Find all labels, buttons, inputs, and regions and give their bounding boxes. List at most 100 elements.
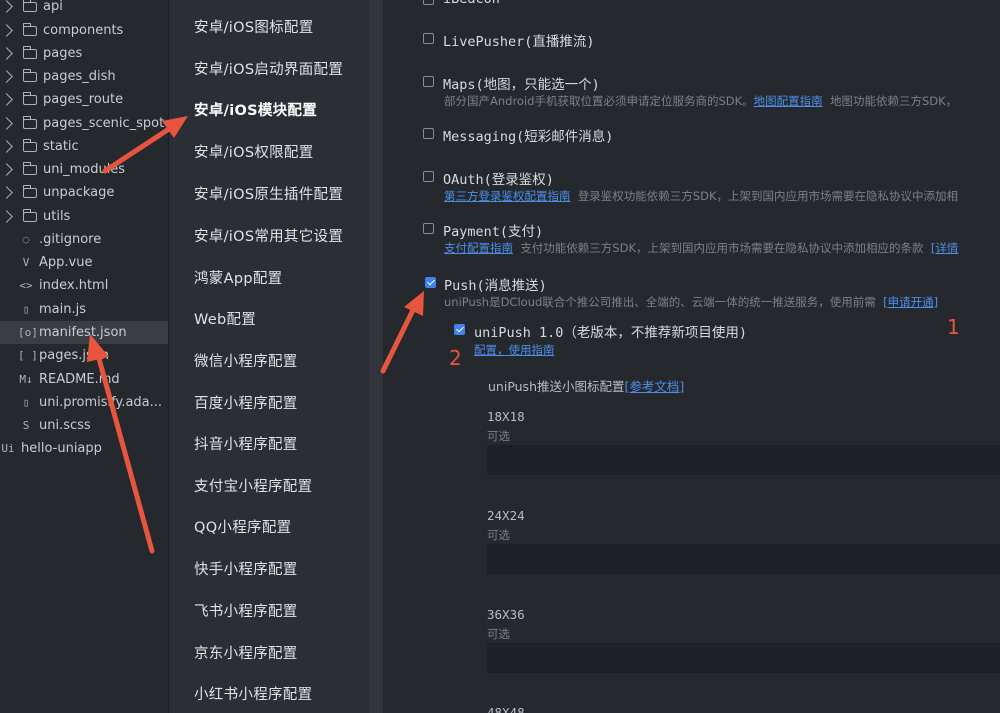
checkbox-livepusher[interactable] [423, 33, 434, 44]
link-payment-guide[interactable]: 支付配置指南 [444, 241, 513, 255]
icon-size-hint-36: 可选 [487, 627, 510, 641]
checkbox-oauth[interactable] [423, 171, 434, 182]
menu-item-android-ios-native-plugins[interactable]: 安卓/iOS原生插件配置 [194, 183, 343, 204]
module-title-push: Push(消息推送) [444, 278, 547, 294]
menu-item-web[interactable]: Web配置 [194, 308, 256, 329]
tree-folder-unpackage[interactable]: unpackage [0, 181, 168, 204]
module-desc-push: uniPush是DCloud联合个推公司推出、全端的、云端一体的统一推送服务，使… [444, 295, 939, 309]
tree-folder-static[interactable]: static [0, 135, 168, 158]
tree-folder-uni-modules[interactable]: uni_modules [0, 158, 168, 181]
module-title-maps: Maps(地图，只能选一个) [443, 77, 600, 93]
chevron-right-icon [0, 24, 13, 37]
tree-file-pages-json[interactable]: [ ] pages.json [0, 344, 168, 367]
tree-file-uni-scss[interactable]: Suni.scss [0, 414, 168, 437]
tree-folder-pages-scenic-spot[interactable]: pages_scenic_spot [0, 112, 168, 135]
menu-item-android-ios-other[interactable]: 安卓/iOS常用其它设置 [194, 225, 343, 246]
js-file-icon: ▯ [22, 396, 30, 409]
markdown-file-icon: M↓ [19, 373, 33, 386]
menu-item-kuaishou[interactable]: 快手小程序配置 [194, 558, 298, 579]
menu-item-android-ios-icon[interactable]: 安卓/iOS图标配置 [194, 16, 314, 37]
folder-icon [23, 0, 37, 12]
tree-folder-api[interactable]: api [0, 0, 168, 18]
chevron-right-icon [0, 210, 13, 223]
icon-size-label-48: 48X48 [487, 705, 525, 713]
checkbox-maps[interactable] [423, 76, 434, 87]
chevron-right-icon [0, 186, 13, 199]
tree-folder-pages-dish[interactable]: pages_dish [0, 65, 168, 88]
menu-item-weixin[interactable]: 微信小程序配置 [194, 350, 298, 371]
module-title-unipush-1: uniPush 1.0（老版本，不推荐新项目使用) [474, 325, 748, 341]
json-file-icon: [ ] [18, 349, 38, 362]
chevron-right-icon [0, 163, 13, 176]
folder-icon [23, 138, 37, 152]
module-title-ibeacon: iBeacon [443, 0, 500, 7]
icon-size-label-36: 36X36 [487, 607, 525, 622]
link-map-guide[interactable]: 地图配置指南 [754, 94, 823, 108]
module-desc-oauth: 第三方登录鉴权配置指南 登录鉴权功能依赖三方SDK，上架到国内应用市场需要在隐私… [444, 189, 959, 203]
menu-item-baidu[interactable]: 百度小程序配置 [194, 392, 298, 413]
chevron-right-icon [0, 140, 13, 153]
tree-folder-pages[interactable]: pages [0, 42, 168, 65]
chevron-right-icon [0, 0, 13, 13]
tree-file-main-js[interactable]: ▯ main.js [0, 298, 168, 321]
link-unipush-guide[interactable]: 配置，使用指南 [474, 342, 555, 358]
panel-divider[interactable] [369, 0, 383, 713]
folder-icon [23, 22, 37, 36]
chevron-right-icon [0, 70, 13, 83]
annotation-number-1: 1 [947, 315, 960, 339]
tree-file-index-html[interactable]: <> index.html [0, 274, 168, 297]
menu-item-feishu[interactable]: 飞书小程序配置 [194, 600, 298, 621]
tree-folder-pages-route[interactable]: pages_route [0, 88, 168, 111]
checkbox-messaging[interactable] [423, 128, 434, 139]
checkbox-ibeacon[interactable] [423, 0, 434, 5]
folder-icon [23, 208, 37, 222]
module-title-payment: Payment(支付) [443, 224, 544, 240]
tree-folder-components[interactable]: components [0, 19, 168, 42]
menu-item-android-ios-splash[interactable]: 安卓/iOS启动界面配置 [194, 58, 343, 79]
tree-project-hello-uniapp[interactable]: Ui hello-uniapp [0, 437, 168, 460]
project-icon: Ui [1, 442, 15, 455]
tree-file-gitignore[interactable]: ◌ .gitignore [0, 228, 168, 251]
checkbox-unipush-1[interactable] [454, 324, 465, 335]
link-apply-push[interactable]: [申请开通] [883, 295, 938, 309]
manifest-category-menu: 安卓/iOS图标配置 安卓/iOS启动界面配置 安卓/iOS模块配置 安卓/iO… [169, 0, 369, 713]
icon-size-hint-18: 可选 [487, 429, 510, 443]
json-config-file-icon: [o] [18, 326, 38, 339]
tree-file-manifest-json[interactable]: [o] manifest.json [0, 321, 168, 344]
menu-item-alipay[interactable]: 支付宝小程序配置 [194, 475, 312, 496]
checkbox-payment[interactable] [423, 223, 434, 234]
link-oauth-guide[interactable]: 第三方登录鉴权配置指南 [444, 189, 571, 203]
module-desc-payment: 支付配置指南 支付功能依赖三方SDK，上架到国内应用市场需要在隐私协议中添加相应… [444, 241, 959, 255]
menu-item-qq[interactable]: QQ小程序配置 [194, 516, 291, 537]
annotation-number-2: 2 [449, 346, 462, 370]
chevron-right-icon [0, 93, 13, 106]
icon-size-hint-24: 可选 [487, 528, 510, 542]
menu-item-android-ios-permissions[interactable]: 安卓/iOS权限配置 [194, 141, 314, 162]
link-reference-docs[interactable]: [参考文档] [625, 379, 685, 394]
module-title-messaging: Messaging(短彩邮件消息) [443, 129, 614, 145]
tree-file-readme[interactable]: M↓ README.md [0, 368, 168, 391]
menu-item-jd[interactable]: 京东小程序配置 [194, 642, 298, 663]
html-file-icon: <> [19, 279, 33, 292]
icon-size-label-24: 24X24 [487, 508, 525, 523]
folder-icon [23, 115, 37, 129]
tree-file-app-vue[interactable]: V App.vue [0, 251, 168, 274]
icon-24-input[interactable] [487, 544, 1000, 574]
link-payment-details[interactable]: [详情 [931, 241, 959, 255]
scss-file-icon: S [22, 419, 30, 432]
folder-icon [23, 68, 37, 82]
menu-item-harmony[interactable]: 鸿蒙App配置 [194, 267, 282, 288]
gitignore-icon: ◌ [22, 233, 30, 246]
vue-file-icon: V [22, 256, 30, 269]
tree-file-uni-promisify[interactable]: ▯ uni.promisify.ada... [0, 391, 168, 414]
icon-18-input[interactable] [487, 445, 1000, 475]
checkbox-push[interactable] [425, 277, 436, 288]
js-file-icon: ▯ [22, 303, 30, 316]
icon-36-input[interactable] [487, 643, 1000, 673]
menu-item-xiaohongshu[interactable]: 小红书小程序配置 [194, 683, 312, 704]
tree-folder-utils[interactable]: utils [0, 205, 168, 228]
module-desc-maps: 部分国产Android手机获取位置必须申请定位服务商的SDK。地图配置指南 地图… [444, 94, 958, 108]
menu-item-android-ios-modules[interactable]: 安卓/iOS模块配置 [194, 99, 317, 120]
push-small-icon-config: uniPush推送小图标配置[参考文档] [488, 379, 685, 394]
menu-item-douyin[interactable]: 抖音小程序配置 [194, 433, 298, 454]
